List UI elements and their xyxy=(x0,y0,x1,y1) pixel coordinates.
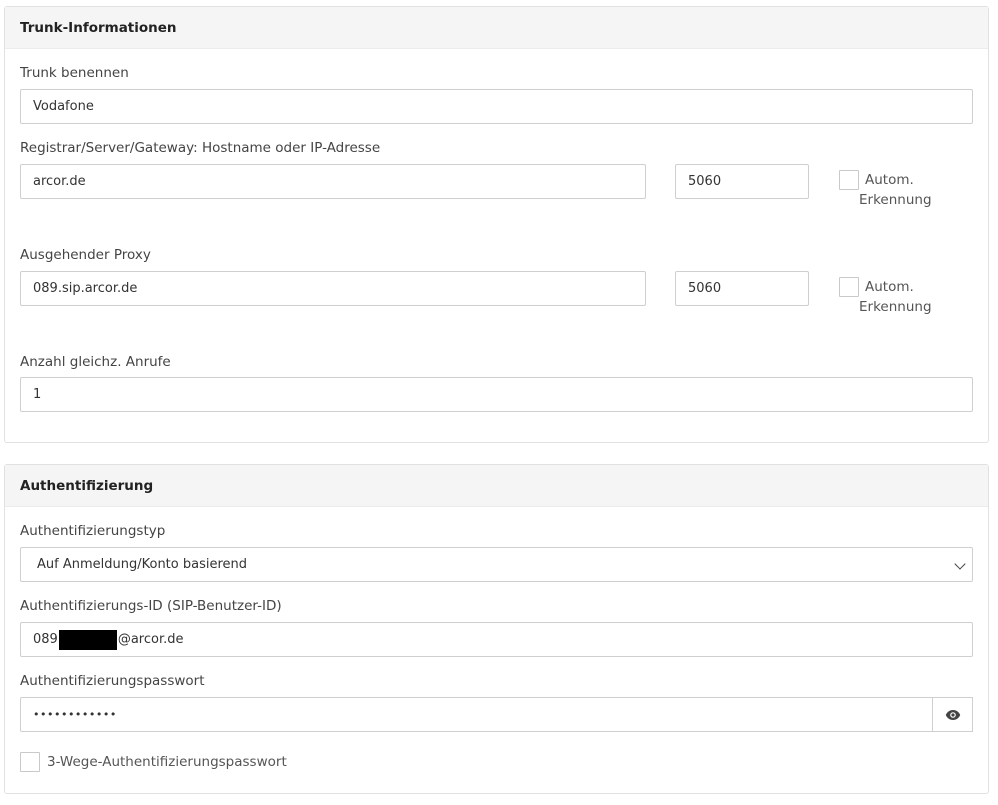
proxy-auto-detect-checkbox[interactable] xyxy=(839,277,859,297)
auth-type-select[interactable]: Auf Anmeldung/Konto basierend xyxy=(20,547,973,582)
proxy-port-input[interactable]: 5060 xyxy=(675,271,809,306)
trunk-info-title: Trunk-Informationen xyxy=(20,19,177,36)
registrar-label: Registrar/Server/Gateway: Hostname oder … xyxy=(20,140,381,156)
trunk-name-input[interactable]: Vodafone xyxy=(20,89,973,124)
auth-panel: Authentifizierung Authentifizierungstyp … xyxy=(4,464,989,794)
three-way-auth-checkbox[interactable] xyxy=(20,752,40,772)
concurrent-calls-label: Anzahl gleichz. Anrufe xyxy=(20,354,171,370)
registrar-auto-detect-label: Autom. Erkennung xyxy=(859,170,932,210)
registrar-port-value: 5060 xyxy=(688,174,722,189)
three-way-auth-label: 3-Wege-Authentifizierungspasswort xyxy=(47,754,287,770)
auth-title: Authentifizierung xyxy=(20,477,154,494)
proxy-host-input[interactable]: 089.sip.arcor.de xyxy=(20,271,646,306)
auth-id-suffix: @arcor.de xyxy=(117,632,184,647)
redaction-bar xyxy=(58,629,117,650)
proxy-label: Ausgehender Proxy xyxy=(20,247,151,263)
registrar-auto-detect-line1: Autom. xyxy=(865,172,914,188)
show-password-button[interactable] xyxy=(933,697,973,732)
proxy-auto-detect-line1: Autom. xyxy=(865,279,914,295)
registrar-host-input[interactable]: arcor.de xyxy=(20,164,646,199)
proxy-auto-detect-line2: Erkennung xyxy=(859,299,932,315)
trunk-name-label: Trunk benennen xyxy=(20,65,129,81)
registrar-auto-detect-checkbox[interactable] xyxy=(839,170,859,190)
auth-header: Authentifizierung xyxy=(5,465,988,507)
registrar-auto-detect-line2: Erkennung xyxy=(859,192,932,208)
proxy-port-value: 5060 xyxy=(688,281,722,296)
auth-id-prefix: 089 xyxy=(33,632,58,647)
auth-password-input[interactable]: •••••••••••• xyxy=(20,697,933,732)
auth-type-value: Auf Anmeldung/Konto basierend xyxy=(37,557,248,572)
chevron-down-icon xyxy=(954,558,966,570)
auth-id-label: Authentifizierungs-ID (SIP-Benutzer-ID) xyxy=(20,598,282,614)
proxy-host-value: 089.sip.arcor.de xyxy=(33,281,138,296)
trunk-name-value: Vodafone xyxy=(33,99,94,114)
trunk-info-panel: Trunk-Informationen Trunk benennen Vodaf… xyxy=(4,6,989,443)
auth-password-value: •••••••••••• xyxy=(33,708,117,721)
auth-password-label: Authentifizierungspasswort xyxy=(20,673,205,689)
proxy-auto-detect-label: Autom. Erkennung xyxy=(859,277,932,317)
auth-type-label: Authentifizierungstyp xyxy=(20,523,166,539)
auth-id-input[interactable]: 089 @arcor.de xyxy=(20,622,973,657)
registrar-port-input[interactable]: 5060 xyxy=(675,164,809,199)
eye-icon xyxy=(945,709,960,720)
concurrent-calls-value: 1 xyxy=(33,387,42,402)
trunk-info-header: Trunk-Informationen xyxy=(5,7,988,49)
registrar-host-value: arcor.de xyxy=(33,174,86,189)
concurrent-calls-input[interactable]: 1 xyxy=(20,377,973,412)
